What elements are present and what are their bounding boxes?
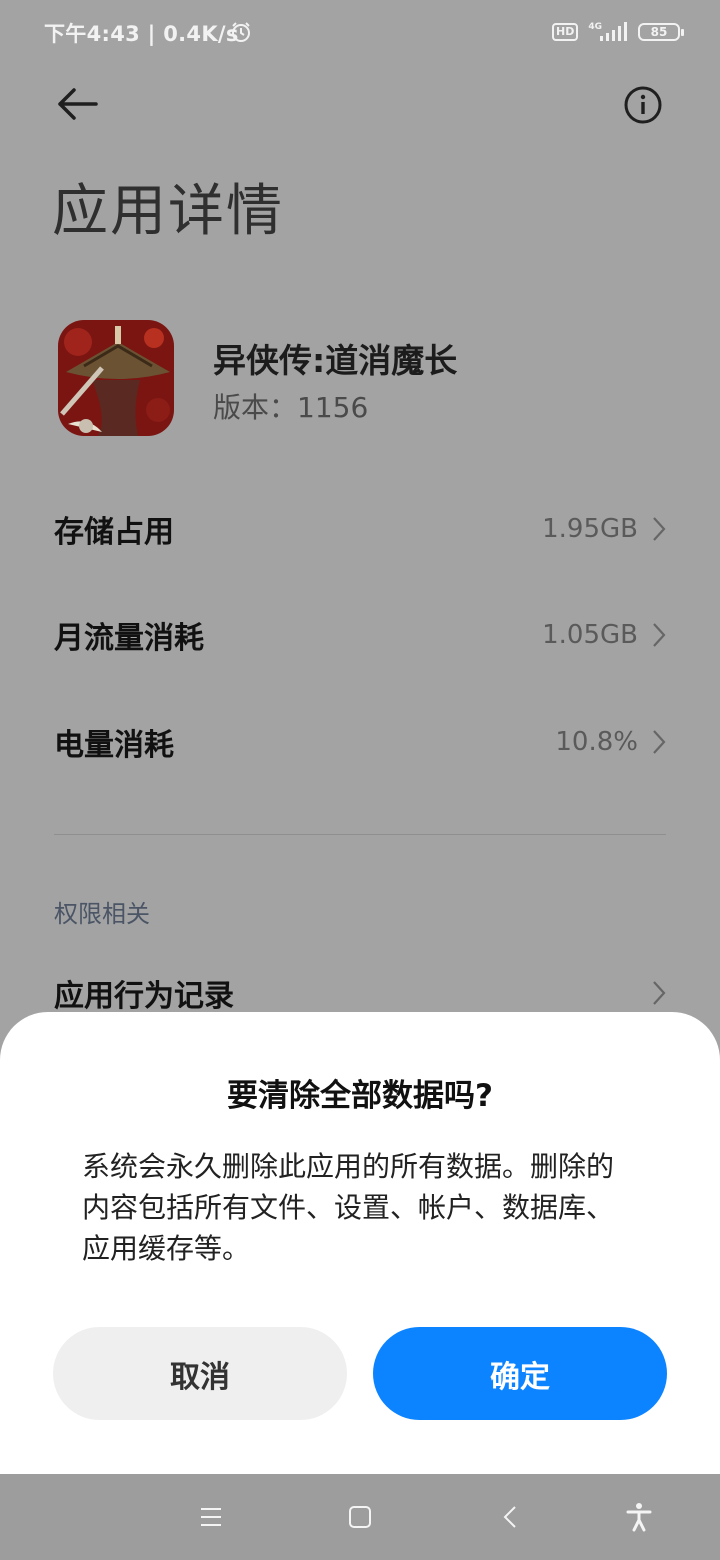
dialog-message: 系统会永久删除此应用的所有数据。删除的内容包括所有文件、设置、帐户、数据库、应用… [82,1150,615,1265]
info-button[interactable] [618,80,668,130]
alarm-clock-icon [232,22,250,42]
signal-icon [600,22,627,41]
row-label: 月流量消耗 [54,621,204,656]
chevron-right-icon [653,517,666,541]
info-icon [624,86,662,124]
chevron-right-icon [653,981,666,1005]
storage-row[interactable]: 存储占用 1.95GB [54,499,666,559]
hd-badge: HD [552,23,579,41]
status-icons: HD 4G 85 [552,18,684,46]
cancel-button[interactable]: 取消 [53,1327,347,1420]
row-label: 存储占用 [54,515,174,550]
dialog-title: 要清除全部数据吗? [227,1078,493,1114]
back-arrow-icon [58,88,98,120]
app-name: 异侠传:道消魔长 [213,341,458,380]
chevron-right-icon [653,730,666,754]
battery-indicator: 85 [638,23,684,41]
battery-usage-row[interactable]: 电量消耗 10.8% [54,712,666,772]
section-divider [54,834,666,835]
status-bar: 下午4:43 | 0.4K/s HD 4G 85 [0,0,720,64]
back-button[interactable] [50,80,106,130]
row-value: 1.05GB [542,620,638,650]
permissions-section-label: 权限相关 [54,900,150,928]
app-version: 版本：1156 [213,391,369,424]
battery-level: 85 [650,25,668,39]
back-icon[interactable] [500,1504,520,1530]
confirm-button[interactable]: 确定 [373,1327,667,1420]
row-value: 1.95GB [542,514,638,544]
row-label: 应用行为记录 [54,979,234,1014]
menu-icon[interactable] [198,1506,224,1528]
data-usage-row[interactable]: 月流量消耗 1.05GB [54,605,666,665]
page-title: 应用详情 [52,179,284,244]
navigation-bar [0,1474,720,1560]
home-icon[interactable] [347,1504,373,1530]
chevron-right-icon [653,623,666,647]
app-icon [58,320,174,436]
status-time: 下午4:43 | 0.4K/s [44,22,239,46]
row-label: 电量消耗 [54,728,174,763]
accessibility-icon[interactable] [626,1502,652,1532]
row-value: 10.8% [555,727,638,757]
